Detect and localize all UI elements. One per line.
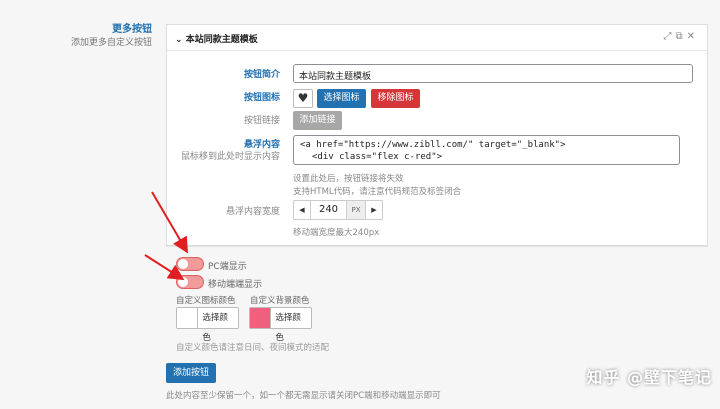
annotation-arrows xyxy=(144,191,189,281)
arrow-pc xyxy=(151,191,189,254)
watermark: 知乎 @壁下笔记 xyxy=(586,368,712,387)
arrow-mobile xyxy=(144,254,185,281)
